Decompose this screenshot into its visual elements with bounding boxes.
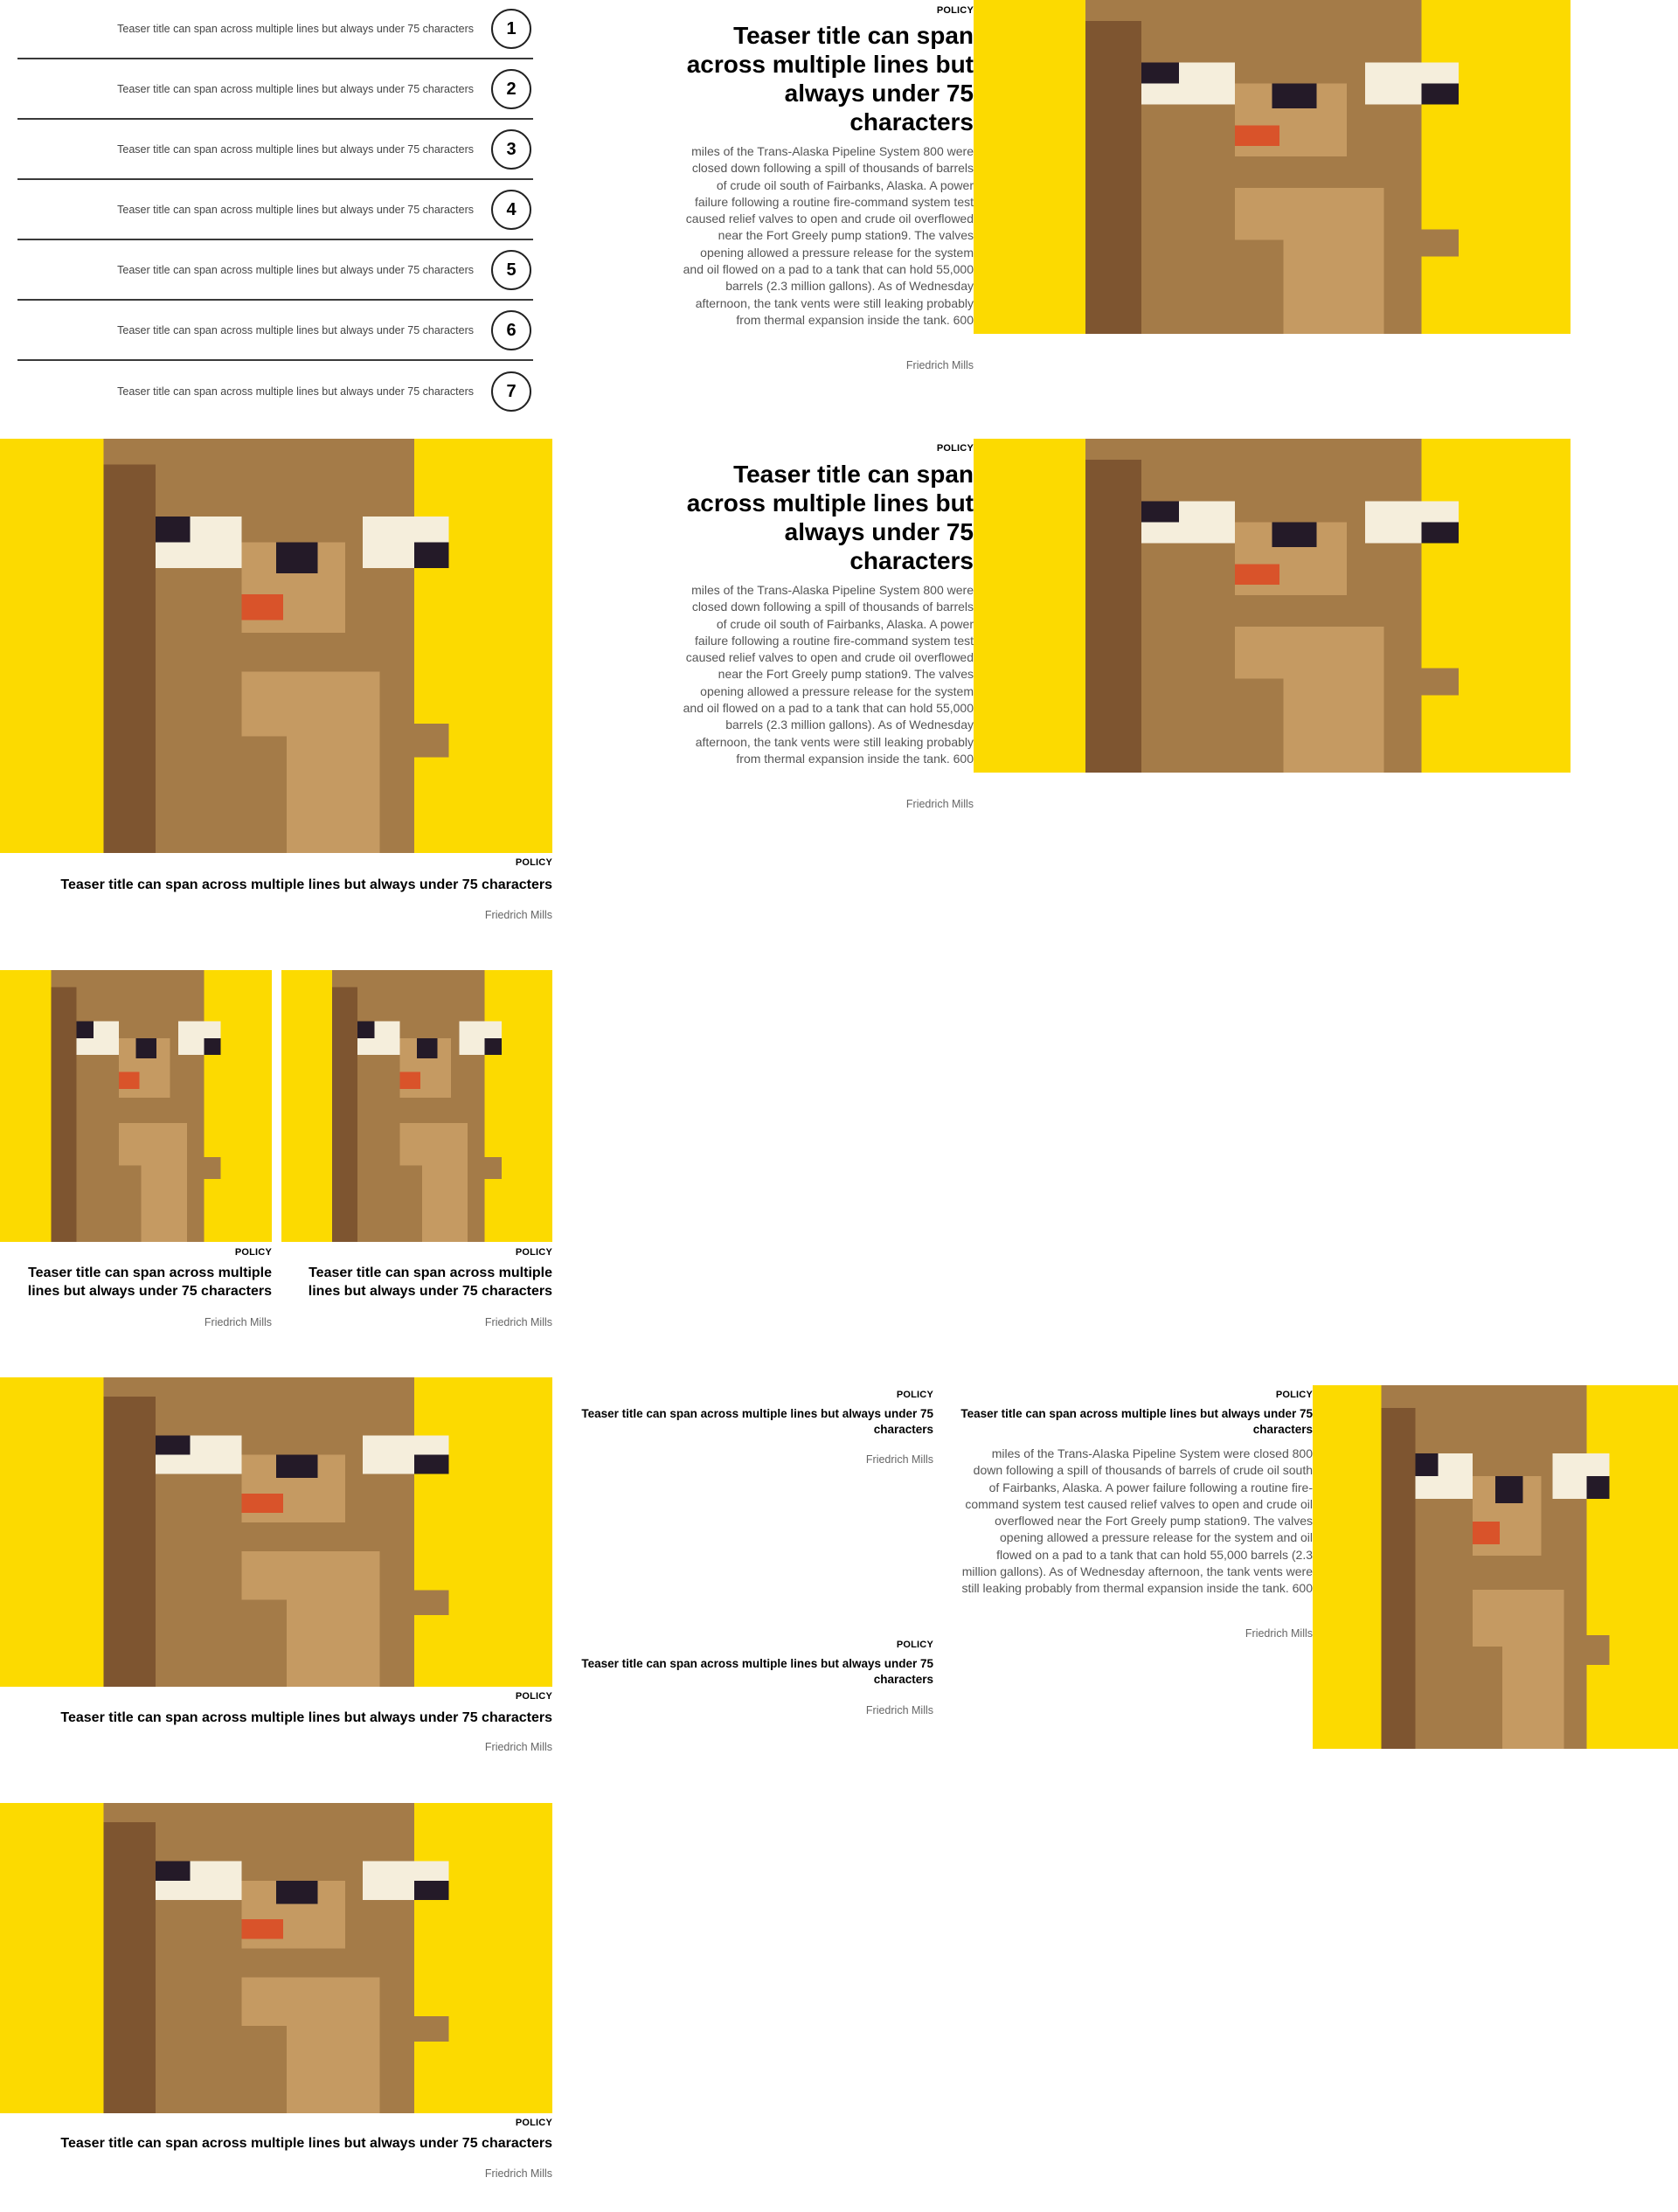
card-pair-2-image[interactable]	[281, 970, 552, 1242]
feature-3-body: miles of the Trans-Alaska Pipeline Syste…	[961, 1446, 1313, 1596]
card-large-2-image[interactable]	[0, 1377, 552, 1687]
card-pair-1-byline: Friedrich Mills	[204, 1316, 272, 1328]
rank-number-badge: 3	[491, 129, 531, 170]
card-large-3-byline: Friedrich Mills	[484, 2167, 552, 2180]
mascot-illustration	[0, 970, 272, 1242]
ranked-item-title: Teaser title can span across multiple li…	[117, 23, 474, 35]
feature-2-body: miles of the Trans-Alaska Pipeline Syste…	[683, 583, 974, 766]
feature-1-byline: Friedrich Mills	[905, 359, 974, 371]
card-large-2-byline: Friedrich Mills	[484, 1741, 552, 1753]
rank-number-badge: 2	[491, 69, 531, 109]
rank-number-badge: 6	[491, 310, 531, 350]
card-pair-2-byline: Friedrich Mills	[484, 1316, 552, 1328]
ranked-list-item[interactable]: Teaser title can span across multiple li…	[17, 241, 533, 301]
rank-number-badge: 1	[491, 9, 531, 49]
ranked-item-title: Teaser title can span across multiple li…	[117, 324, 474, 336]
mascot-illustration	[0, 1377, 552, 1687]
card-pair-1-image[interactable]	[0, 970, 272, 1242]
feature-1-kicker: POLICY	[936, 5, 974, 16]
card-pair-1-kicker: POLICY	[234, 1247, 272, 1258]
card-large-1-kicker: POLICY	[515, 857, 552, 868]
ranked-item-title: Teaser title can span across multiple li…	[117, 264, 474, 276]
ranked-item-title: Teaser title can span across multiple li…	[117, 385, 474, 398]
ranked-list-item[interactable]: Teaser title can span across multiple li…	[17, 121, 533, 180]
card-large-1-byline: Friedrich Mills	[484, 909, 552, 921]
text-teaser-2-byline: Friedrich Mills	[865, 1704, 933, 1716]
ranked-list-item[interactable]: Teaser title can span across multiple li…	[17, 0, 533, 59]
ranked-item-title: Teaser title can span across multiple li…	[117, 83, 474, 95]
card-large-2-kicker: POLICY	[515, 1691, 552, 1702]
rank-number-badge: 4	[491, 190, 531, 230]
mascot-illustration	[974, 0, 1571, 334]
feature-1-body: miles of the Trans-Alaska Pipeline Syste…	[683, 144, 974, 327]
card-pair-2-title[interactable]: Teaser title can span across multiple li…	[281, 1264, 552, 1300]
feature-1-title[interactable]: Teaser title can span across multiple li…	[673, 21, 974, 136]
feature-3-kicker: POLICY	[1275, 1390, 1313, 1400]
ranked-list-item[interactable]: Teaser title can span across multiple li…	[17, 60, 533, 120]
ranked-list-item[interactable]: Teaser title can span across multiple li…	[17, 181, 533, 240]
card-large-3-image[interactable]	[0, 1803, 552, 2113]
ranked-item-title: Teaser title can span across multiple li…	[117, 204, 474, 216]
feature-2-byline: Friedrich Mills	[905, 798, 974, 810]
rank-number-badge: 7	[491, 371, 531, 412]
feature-2-kicker: POLICY	[936, 443, 974, 454]
feature-2-title[interactable]: Teaser title can span across multiple li…	[673, 460, 974, 575]
mascot-illustration	[1313, 1385, 1678, 1749]
text-teaser-1-kicker: POLICY	[896, 1390, 933, 1400]
text-teaser-1-title[interactable]: Teaser title can span across multiple li…	[577, 1406, 933, 1438]
feature-3-byline: Friedrich Mills	[1245, 1627, 1313, 1640]
ranked-list-item[interactable]: Teaser title can span across multiple li…	[17, 302, 533, 361]
rank-number-badge: 5	[491, 250, 531, 290]
card-pair-1-title[interactable]: Teaser title can span across multiple li…	[0, 1264, 272, 1300]
card-pair-2-kicker: POLICY	[515, 1247, 552, 1258]
feature-2-image[interactable]	[974, 439, 1571, 773]
feature-1-image[interactable]	[974, 0, 1571, 334]
feature-3-title[interactable]: Teaser title can span across multiple li…	[957, 1406, 1313, 1438]
ranked-list-item[interactable]: Teaser title can span across multiple li…	[17, 362, 533, 421]
text-teaser-2-title[interactable]: Teaser title can span across multiple li…	[577, 1656, 933, 1688]
mascot-illustration	[0, 1803, 552, 2113]
card-large-2-title[interactable]: Teaser title can span across multiple li…	[0, 1709, 552, 1727]
ranked-item-title: Teaser title can span across multiple li…	[117, 143, 474, 156]
text-teaser-1-byline: Friedrich Mills	[865, 1453, 933, 1466]
card-large-1-title[interactable]: Teaser title can span across multiple li…	[0, 876, 552, 894]
card-large-3-kicker: POLICY	[515, 2118, 552, 2128]
text-teaser-2-kicker: POLICY	[896, 1640, 933, 1650]
mascot-illustration	[281, 970, 552, 1242]
feature-3-image[interactable]	[1313, 1385, 1678, 1749]
card-large-1-image[interactable]	[0, 439, 552, 853]
mascot-illustration	[0, 439, 552, 853]
card-large-3-title[interactable]: Teaser title can span across multiple li…	[0, 2134, 552, 2153]
mascot-illustration	[974, 439, 1571, 773]
